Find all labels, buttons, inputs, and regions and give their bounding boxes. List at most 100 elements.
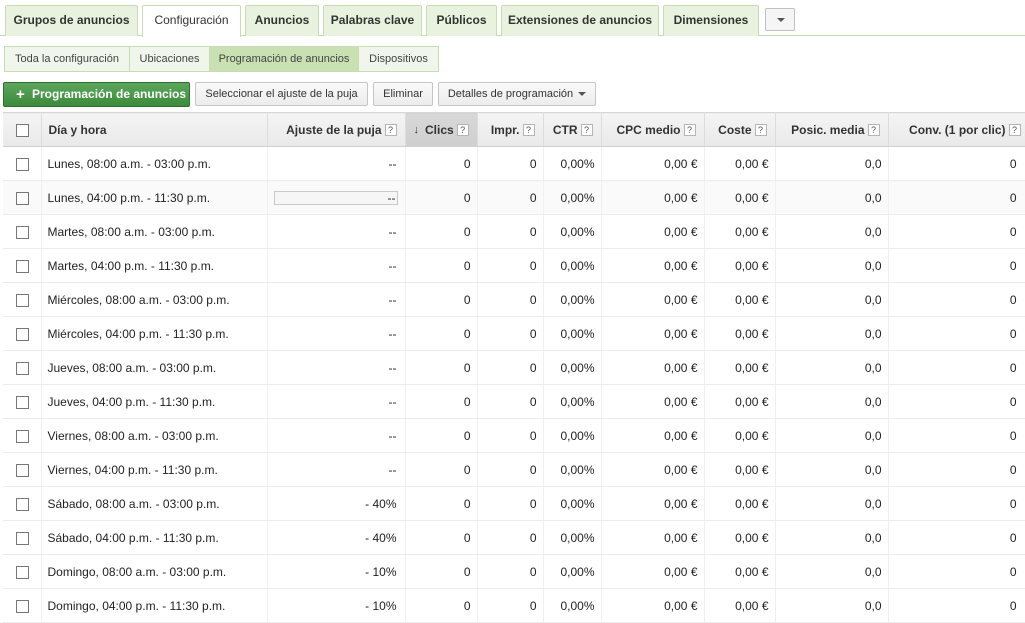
row-checkbox[interactable] <box>16 225 29 239</box>
row-checkbox[interactable] <box>16 361 29 375</box>
bid-adjustment-cell[interactable]: - 10% <box>267 588 406 623</box>
bid-adjustment-cell[interactable]: -- <box>267 214 406 249</box>
table-row[interactable]: Martes, 04:00 p.m. - 11:30 p.m. -- 0 0 0,00%… <box>3 248 1025 283</box>
row-select-cell <box>3 452 42 487</box>
bid-adjustment-cell[interactable]: -- <box>267 418 406 453</box>
row-checkbox[interactable] <box>16 599 29 613</box>
help-icon[interactable]: ? <box>384 124 397 137</box>
table-row[interactable]: Jueves, 04:00 p.m. - 11:30 p.m. -- 0 0 0,00%… <box>3 384 1025 419</box>
bid-adjustment-cell[interactable]: - 40% <box>267 520 406 555</box>
table-row[interactable]: Sábado, 08:00 a.m. - 03:00 p.m. - 40% 0 0 0,… <box>3 486 1025 521</box>
help-icon[interactable]: ? <box>522 124 535 137</box>
avg-cpc-cell: 0,00 € <box>601 554 705 589</box>
impressions-cell: 0 <box>477 384 544 419</box>
conversions-cell: 0 <box>888 316 1025 351</box>
table-row[interactable]: Martes, 08:00 a.m. - 03:00 p.m. -- 0 0 0,00%… <box>3 214 1025 249</box>
help-icon[interactable]: ? <box>683 124 696 137</box>
bid-adjustment-cell[interactable]: -- <box>267 248 406 283</box>
day-time-cell: Jueves, 04:00 p.m. - 11:30 p.m. <box>41 384 268 419</box>
help-icon[interactable]: ? <box>754 124 767 137</box>
column-header-ctr[interactable]: CTR? <box>543 112 602 147</box>
tab-ads[interactable]: Anuncios <box>245 5 319 36</box>
tab-settings[interactable]: Configuración <box>142 5 241 37</box>
table-row[interactable]: Viernes, 08:00 a.m. - 03:00 p.m. -- 0 0 0,00… <box>3 418 1025 453</box>
table-row[interactable]: Miércoles, 04:00 p.m. - 11:30 p.m. -- 0 0 0,… <box>3 316 1025 351</box>
row-checkbox[interactable] <box>16 259 29 273</box>
day-time-cell: Viernes, 08:00 a.m. - 03:00 p.m. <box>41 418 268 453</box>
column-header-impressions-label: Impr. <box>490 122 520 137</box>
help-icon[interactable]: ? <box>867 124 880 137</box>
plus-icon: + <box>16 86 25 103</box>
table-row[interactable]: Sábado, 04:00 p.m. - 11:30 p.m. - 40% 0 0 0,… <box>3 520 1025 555</box>
column-header-cost[interactable]: Coste? <box>704 112 776 147</box>
subtab-devices[interactable]: Dispositivos <box>358 46 439 72</box>
tab-ad-extensions[interactable]: Extensiones de anuncios <box>501 5 659 36</box>
subtab-locations[interactable]: Ubicaciones <box>129 46 210 72</box>
row-checkbox[interactable] <box>16 395 29 409</box>
schedule-details-dropdown[interactable]: Detalles de programación <box>438 82 596 106</box>
bid-adjustment-cell[interactable]: - 10% <box>267 554 406 589</box>
column-header-impressions[interactable]: Impr.? <box>477 112 544 147</box>
tab-ad-groups[interactable]: Grupos de anuncios <box>5 5 138 36</box>
select-all-checkbox[interactable] <box>16 123 29 137</box>
table-row[interactable]: Lunes, 08:00 a.m. - 03:00 p.m. -- 0 0 0,00% 0… <box>3 146 1025 181</box>
avg-position-cell: 0,0 <box>775 418 889 453</box>
cost-cell: 0,00 € <box>704 418 776 453</box>
column-header-avg-position[interactable]: Posic. media? <box>775 112 889 147</box>
ctr-cell: 0,00% <box>543 350 602 385</box>
table-row[interactable]: Domingo, 08:00 a.m. - 03:00 p.m. - 10% 0 0 0… <box>3 554 1025 589</box>
bid-adjustment-cell[interactable]: -- <box>267 146 406 181</box>
row-checkbox[interactable] <box>16 157 29 171</box>
bid-adjustment-cell[interactable]: -- <box>267 316 406 351</box>
add-ad-schedule-label: Programación de anuncios <box>32 87 187 101</box>
bid-adjustment-cell[interactable]: -- <box>267 282 406 317</box>
tab-keywords[interactable]: Palabras clave <box>323 5 422 36</box>
column-header-bid[interactable]: Ajuste de la puja? <box>267 112 406 147</box>
column-header-conversions[interactable]: Conv. (1 por clic)? <box>888 112 1025 147</box>
bid-adjustment-edit-field[interactable]: -- <box>273 190 398 205</box>
row-checkbox[interactable] <box>16 463 29 477</box>
help-icon[interactable]: ? <box>456 124 469 137</box>
bid-adjustment-cell[interactable]: -- <box>267 384 406 419</box>
bid-adjustment-cell[interactable]: -- <box>267 350 406 385</box>
table-row[interactable]: Jueves, 08:00 a.m. - 03:00 p.m. -- 0 0 0,00%… <box>3 350 1025 385</box>
clicks-cell: 0 <box>405 418 478 453</box>
clicks-cell: 0 <box>405 486 478 521</box>
column-header-clicks[interactable]: ↓ Clics? <box>405 112 478 147</box>
row-checkbox[interactable] <box>16 191 29 205</box>
tab-dimensions[interactable]: Dimensiones <box>663 5 759 36</box>
bid-adjustment-cell[interactable]: -- <box>267 452 406 487</box>
delete-button[interactable]: Eliminar <box>373 82 433 106</box>
table-row[interactable]: Viernes, 04:00 p.m. - 11:30 p.m. -- 0 0 0,00… <box>3 452 1025 487</box>
row-checkbox[interactable] <box>16 497 29 511</box>
subtab-all-settings[interactable]: Toda la configuración <box>4 46 130 72</box>
conversions-cell: 0 <box>888 350 1025 385</box>
table-row[interactable]: Domingo, 04:00 p.m. - 11:30 p.m. - 10% 0 0 0… <box>3 588 1025 623</box>
column-header-day[interactable]: Día y hora <box>41 112 268 147</box>
row-checkbox[interactable] <box>16 327 29 341</box>
select-bid-adjustment-button[interactable]: Seleccionar el ajuste de la puja <box>195 82 368 106</box>
table-row[interactable]: Miércoles, 08:00 a.m. - 03:00 p.m. -- 0 0 0,… <box>3 282 1025 317</box>
bid-adjustment-cell[interactable]: -- <box>267 180 406 215</box>
column-header-ctr-label: CTR <box>552 122 578 137</box>
sort-down-arrow-icon: ↓ <box>413 124 420 137</box>
more-tabs-button[interactable] <box>765 8 795 31</box>
cost-cell: 0,00 € <box>704 452 776 487</box>
help-icon[interactable]: ? <box>1008 124 1021 137</box>
column-header-avg-cpc[interactable]: CPC medio? <box>601 112 705 147</box>
tab-audiences[interactable]: Públicos <box>426 5 497 36</box>
row-checkbox[interactable] <box>16 565 29 579</box>
row-checkbox[interactable] <box>16 531 29 545</box>
clicks-cell: 0 <box>405 554 478 589</box>
add-ad-schedule-button[interactable]: + Programación de anuncios <box>3 82 190 107</box>
impressions-cell: 0 <box>477 180 544 215</box>
row-checkbox[interactable] <box>16 429 29 443</box>
help-icon[interactable]: ? <box>580 124 593 137</box>
table-row[interactable]: Lunes, 04:00 p.m. - 11:30 p.m. -- 0 0 0,00% 0… <box>3 180 1025 215</box>
cost-cell: 0,00 € <box>704 486 776 521</box>
avg-cpc-cell: 0,00 € <box>601 350 705 385</box>
impressions-cell: 0 <box>477 520 544 555</box>
row-checkbox[interactable] <box>16 293 29 307</box>
subtab-ad-schedule[interactable]: Programación de anuncios <box>209 46 359 72</box>
bid-adjustment-cell[interactable]: - 40% <box>267 486 406 521</box>
